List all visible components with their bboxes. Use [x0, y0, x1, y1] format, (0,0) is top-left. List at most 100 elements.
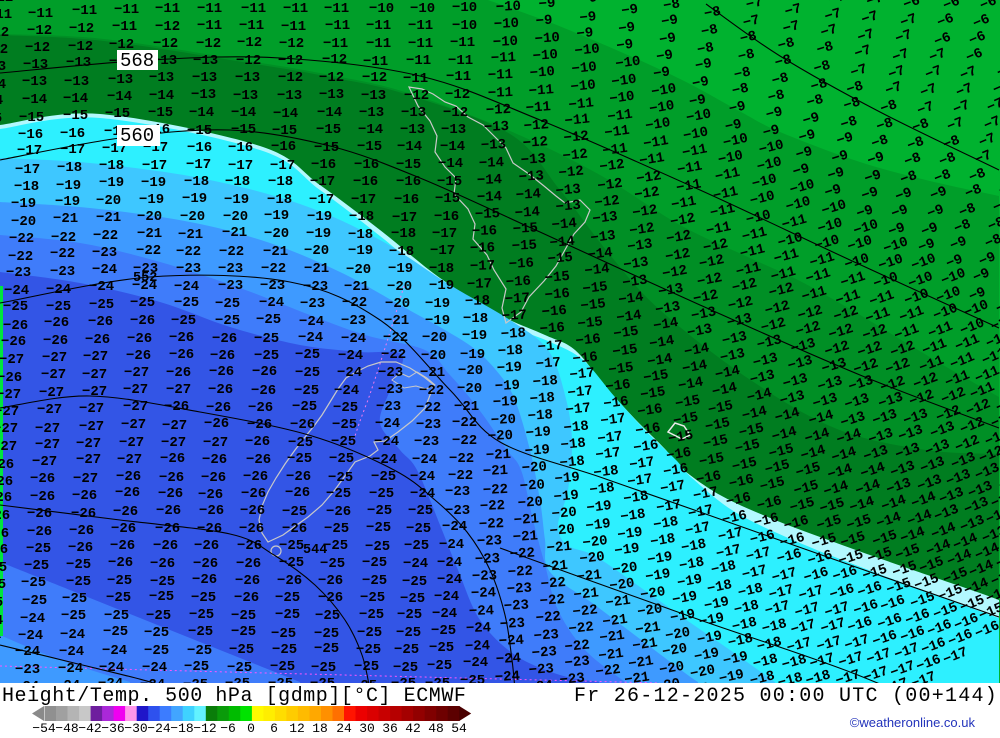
svg-text:−15: −15 [582, 279, 609, 298]
svg-text:−22: −22 [540, 575, 566, 593]
svg-text:−17: −17 [60, 142, 85, 158]
svg-text:−17: −17 [15, 162, 40, 178]
svg-text:−25: −25 [427, 658, 452, 674]
svg-text:−12: −12 [443, 105, 468, 121]
svg-text:−26: −26 [285, 485, 310, 501]
svg-text:−22: −22 [136, 243, 161, 259]
svg-text:−26: −26 [251, 383, 276, 399]
svg-text:−23: −23 [472, 568, 498, 585]
svg-text:−12: −12 [486, 102, 512, 119]
svg-text:−26: −26 [236, 556, 261, 572]
svg-text:−11: −11 [488, 67, 514, 84]
svg-text:−19: −19 [182, 191, 207, 207]
svg-text:−25: −25 [66, 557, 91, 573]
svg-text:−18: −18 [14, 179, 39, 195]
svg-text:−24: −24 [495, 651, 521, 668]
svg-text:−11: −11 [408, 18, 433, 34]
svg-text:−21: −21 [576, 567, 603, 586]
svg-text:−12: −12 [279, 36, 304, 52]
svg-text:−25: −25 [189, 607, 214, 623]
svg-text:−9: −9 [615, 37, 634, 55]
svg-text:−21: −21 [178, 227, 203, 243]
svg-text:−21: −21 [486, 447, 512, 464]
svg-text:−18: −18 [429, 261, 454, 277]
svg-text:−25: −25 [367, 503, 392, 519]
svg-text:−24: −24 [337, 365, 362, 381]
svg-text:−18: −18 [532, 373, 558, 391]
svg-text:−25: −25 [0, 560, 7, 576]
svg-text:−26: −26 [108, 555, 133, 571]
svg-text:−13: −13 [22, 74, 47, 90]
svg-text:−10: −10 [532, 47, 558, 65]
svg-text:−27: −27 [166, 382, 191, 398]
svg-text:−16: −16 [396, 174, 421, 190]
svg-text:568: 568 [120, 50, 154, 72]
svg-text:−26: −26 [155, 521, 180, 537]
svg-text:−19: −19 [524, 442, 550, 460]
svg-text:−25: −25 [408, 503, 433, 519]
svg-text:−24: −24 [375, 416, 400, 432]
svg-text:−26: −26 [246, 452, 271, 468]
svg-text:−17: −17 [351, 192, 376, 208]
svg-text:42: 42 [405, 721, 421, 733]
svg-text:−14: −14 [440, 139, 465, 155]
svg-text:−14: −14 [358, 122, 383, 138]
svg-text:−36: −36 [101, 721, 124, 733]
svg-text:−23: −23 [445, 484, 470, 500]
svg-text:−11: −11 [528, 82, 554, 100]
svg-text:−24: −24 [259, 295, 284, 311]
svg-text:−21: −21 [454, 399, 479, 415]
svg-text:−26: −26 [166, 365, 191, 381]
svg-text:−26: −26 [130, 313, 155, 329]
svg-text:−25: −25 [431, 623, 456, 639]
svg-text:−19: −19 [264, 208, 289, 224]
svg-text:−25: −25 [104, 608, 129, 624]
svg-text:−26: −26 [237, 538, 262, 554]
svg-text:−25: −25 [46, 299, 71, 315]
svg-text:−22: −22 [452, 433, 477, 449]
svg-text:−22: −22 [419, 383, 444, 399]
svg-text:−19: −19 [425, 296, 450, 312]
svg-text:−24: −24 [334, 383, 359, 399]
svg-text:−22: −22 [9, 231, 34, 247]
svg-text:−26: −26 [169, 330, 194, 346]
svg-text:−21: −21 [96, 210, 121, 226]
svg-text:−27: −27 [32, 454, 57, 470]
svg-text:−14: −14 [515, 186, 541, 204]
svg-text:−17: −17 [600, 411, 627, 430]
svg-text:−26: −26 [318, 573, 343, 589]
svg-text:−11: −11 [0, 0, 13, 6]
svg-text:−25: −25 [356, 642, 381, 658]
svg-text:−22: −22 [383, 330, 408, 346]
svg-text:12: 12 [289, 721, 305, 733]
svg-text:−25: −25 [394, 642, 419, 658]
svg-text:−22: −22 [176, 244, 201, 260]
svg-text:−13: −13 [555, 198, 582, 216]
svg-text:−19: −19 [141, 175, 166, 191]
svg-text:−18: −18 [560, 436, 587, 454]
svg-text:−20: −20 [385, 296, 410, 312]
svg-text:−27: −27 [0, 387, 21, 403]
svg-text:−10: −10 [529, 64, 555, 82]
svg-text:48: 48 [428, 721, 444, 733]
svg-text:−21: −21 [384, 313, 409, 329]
svg-text:−11: −11 [28, 6, 53, 22]
svg-text:−23: −23 [6, 265, 31, 281]
svg-text:−27: −27 [82, 367, 107, 383]
svg-text:−15: −15 [577, 314, 604, 333]
svg-text:−13: −13 [592, 209, 619, 228]
svg-text:−13: −13 [108, 72, 133, 88]
svg-text:−20: −20 [11, 214, 36, 230]
svg-text:−17: −17 [309, 192, 334, 208]
svg-text:−24: −24 [60, 627, 85, 643]
svg-text:−23: −23 [341, 313, 366, 329]
svg-text:−10: −10 [29, 0, 54, 4]
svg-text:−26: −26 [286, 469, 311, 485]
svg-text:−25: −25 [429, 640, 454, 656]
svg-text:−25: −25 [26, 541, 51, 557]
svg-text:−20: −20 [490, 412, 516, 429]
svg-text:−25: −25 [396, 625, 421, 641]
svg-text:−24: −24 [174, 279, 199, 295]
svg-text:−10: −10 [570, 77, 597, 96]
svg-text:−13: −13 [481, 137, 507, 154]
